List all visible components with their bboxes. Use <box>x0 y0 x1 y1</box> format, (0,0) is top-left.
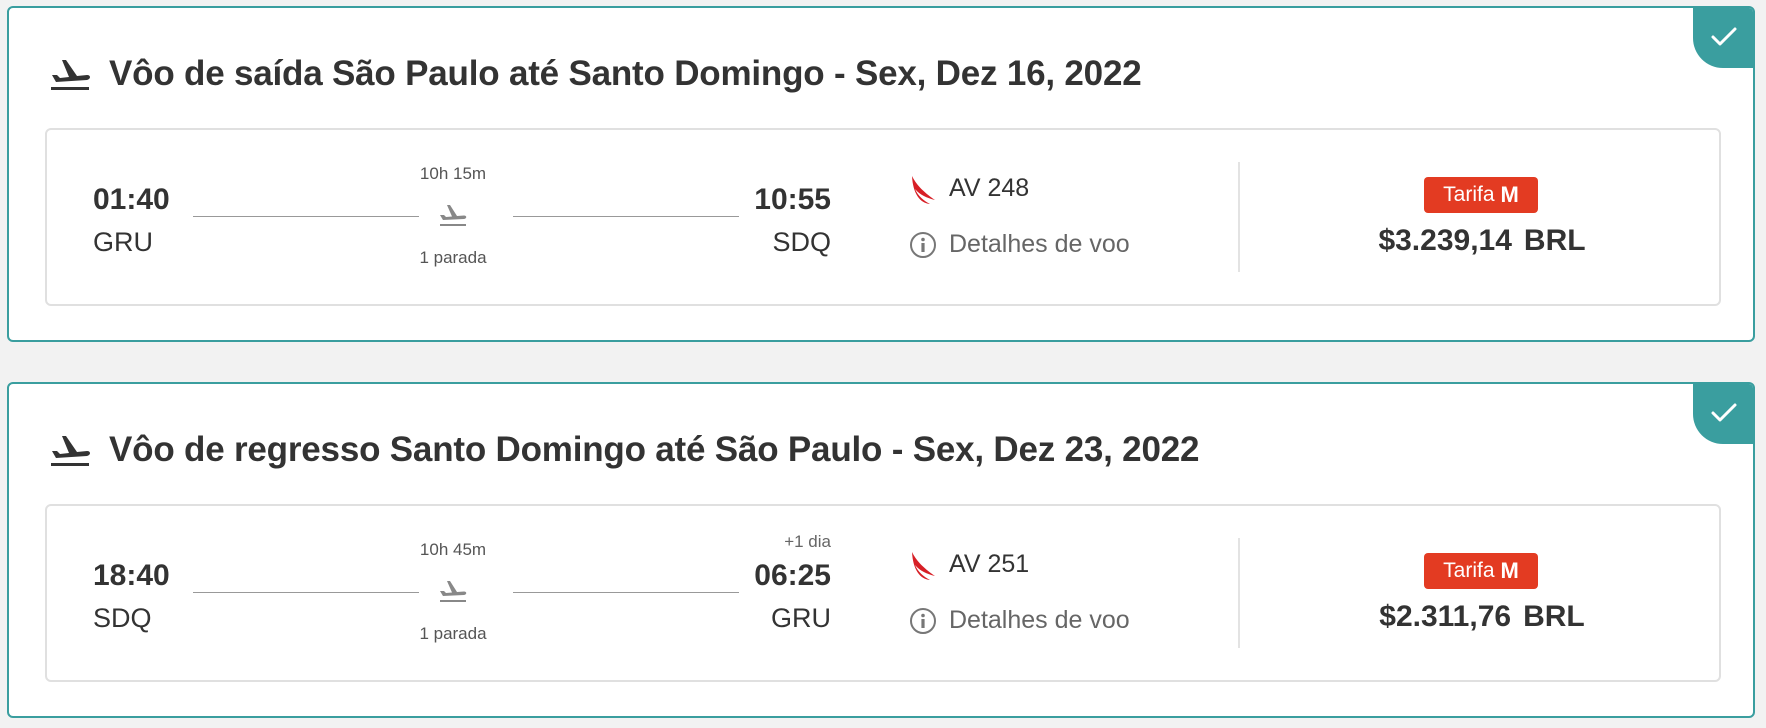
route-line <box>193 592 419 593</box>
flight-segment[interactable]: 01:40 GRU 10h 15m 1 parada 10:55 SDQ AV … <box>45 128 1721 306</box>
avianca-logo-icon <box>912 552 935 580</box>
flight-title: Vôo de regresso Santo Domingo até São Pa… <box>109 430 1200 469</box>
info-icon <box>910 607 936 634</box>
arrival-airport-code: GRU <box>771 603 831 633</box>
card-header: Vôo de regresso Santo Domingo até São Pa… <box>47 420 1199 480</box>
flight-duration: 10h 15m <box>419 164 487 183</box>
departure-time: 01:40 <box>93 183 170 216</box>
price-currency: BRL <box>1523 224 1586 257</box>
price: $2.311,76 BRL <box>1327 600 1637 634</box>
next-day-indicator: +1 dia <box>784 532 831 551</box>
flight-title: Vôo de saída São Paulo até Santo Domingo… <box>109 54 1142 93</box>
stops-count: 1 parada <box>419 248 487 267</box>
route-line <box>513 592 739 593</box>
route-line <box>513 216 739 217</box>
outbound-flight-card[interactable]: Vôo de saída São Paulo até Santo Domingo… <box>7 6 1755 342</box>
info-icon <box>910 231 936 258</box>
arrival-time: 06:25 <box>754 559 831 592</box>
route-line <box>193 216 419 217</box>
plane-icon <box>440 205 467 226</box>
stops-count: 1 parada <box>419 624 487 643</box>
divider <box>1238 162 1240 272</box>
selected-check-icon <box>1693 8 1753 68</box>
fare-label: Tarifa <box>1443 559 1495 582</box>
price-currency: BRL <box>1523 600 1585 633</box>
flight-duration: 10h 45m <box>419 540 487 559</box>
fare-class: M <box>1500 558 1519 583</box>
departure-airport-code: GRU <box>93 227 153 257</box>
flight-details-label: Detalhes de voo <box>949 606 1130 634</box>
flight-number: AV 251 <box>949 550 1030 578</box>
plane-departure-icon <box>51 436 90 466</box>
plane-departure-icon <box>51 60 90 90</box>
flight-details-link[interactable]: Detalhes de voo <box>909 606 1130 635</box>
price: $3.239,14 BRL <box>1327 224 1637 258</box>
fare-label: Tarifa <box>1443 183 1495 206</box>
departure-airport-code: SDQ <box>93 603 152 633</box>
price-amount: $3.239,14 <box>1378 224 1512 257</box>
flight-details-link[interactable]: Detalhes de voo <box>909 230 1130 259</box>
arrival-time: 10:55 <box>754 183 831 216</box>
flight-number: AV 248 <box>949 174 1030 202</box>
price-amount: $2.311,76 <box>1379 600 1512 633</box>
fare-class: M <box>1500 182 1519 207</box>
departure-time: 18:40 <box>93 559 170 592</box>
return-flight-card[interactable]: Vôo de regresso Santo Domingo até São Pa… <box>7 382 1755 718</box>
plane-icon <box>440 581 467 602</box>
flight-details-label: Detalhes de voo <box>949 230 1130 258</box>
divider <box>1238 538 1240 648</box>
selected-check-icon <box>1693 384 1753 444</box>
avianca-logo-icon <box>912 176 935 204</box>
flight-segment[interactable]: 18:40 SDQ 10h 45m 1 parada +1 dia 06:25 … <box>45 504 1721 682</box>
fare-badge: Tarifa M <box>1424 177 1538 213</box>
arrival-airport-code: SDQ <box>772 227 831 257</box>
card-header: Vôo de saída São Paulo até Santo Domingo… <box>47 44 1142 104</box>
fare-badge: Tarifa M <box>1424 553 1538 589</box>
